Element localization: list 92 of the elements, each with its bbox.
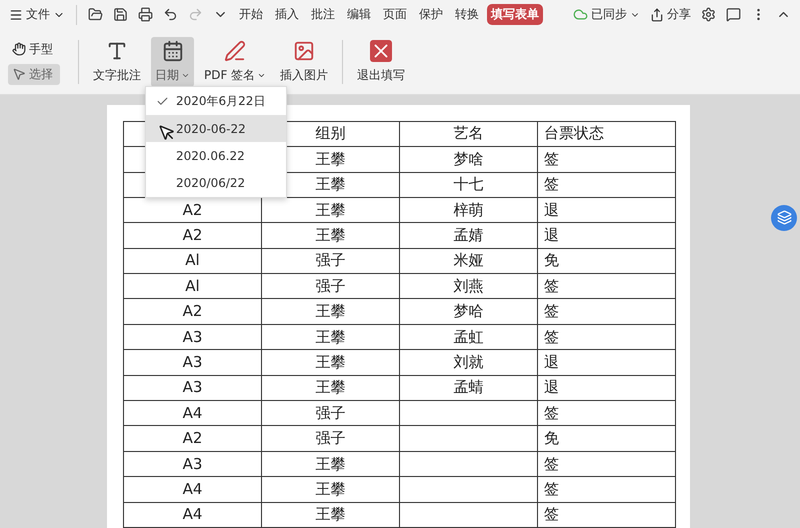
table-cell: A2 — [124, 298, 262, 324]
table-cell: 王攀 — [262, 375, 400, 401]
menu-tab[interactable]: 转换 — [451, 4, 483, 26]
layers-icon — [776, 210, 792, 226]
menu-item[interactable]: 2020年6月22日 — [146, 88, 286, 115]
table-cell: 签 — [538, 146, 676, 172]
select-tool-button[interactable]: 选择 — [8, 64, 60, 85]
table-cell: 王攀 — [262, 350, 400, 376]
print-icon — [138, 7, 153, 22]
table-cell: 梦哈 — [400, 298, 538, 324]
table-cell: 孟虹 — [400, 324, 538, 350]
table-cell: 王攀 — [262, 476, 400, 502]
redo-icon — [188, 7, 203, 22]
share-icon — [650, 8, 664, 22]
image-icon — [293, 40, 316, 62]
table-cell: A4 — [124, 476, 262, 502]
ribbon-tool-button[interactable]: PDF 签名 — [200, 36, 270, 87]
table-cell: 米娅 — [400, 248, 538, 274]
table-cell: 签 — [538, 274, 676, 299]
menu-tab[interactable]: 填写表单 — [487, 4, 543, 26]
table-cell: 王攀 — [262, 451, 400, 477]
table-cell: 刘燕 — [400, 274, 538, 299]
calendar-icon — [162, 40, 184, 62]
comment-icon — [726, 7, 741, 22]
layers-button[interactable] — [771, 204, 797, 231]
sync-button[interactable]: 已同步 — [570, 4, 643, 26]
pointer-icon — [12, 67, 26, 82]
table-cell: 免 — [538, 248, 676, 274]
menu-tab[interactable]: 编辑 — [343, 4, 375, 26]
table-cell: A3 — [124, 451, 262, 477]
table-cell: A4 — [124, 502, 262, 528]
table-cell: 退 — [538, 375, 676, 401]
menu-tab[interactable]: 开始 — [235, 4, 267, 26]
hand-tool-button[interactable]: 手型 — [8, 38, 60, 60]
table-cell: A3 — [124, 324, 262, 350]
table-cell: 免 — [538, 426, 676, 452]
table-cell: Al — [124, 274, 262, 299]
menu-icon — [9, 8, 23, 22]
hand-icon — [12, 42, 26, 56]
file-menu[interactable]: 文件 — [6, 4, 68, 26]
table-cell: 签 — [538, 502, 676, 528]
table-cell: 签 — [538, 451, 676, 477]
table-cell: 十七 — [400, 172, 538, 198]
share-button[interactable]: 分享 — [647, 4, 694, 26]
table-cell: 签 — [538, 324, 676, 350]
table-cell: A3 — [124, 375, 262, 401]
table-cell: 退 — [538, 197, 676, 223]
table-cell: 强子 — [262, 274, 400, 299]
table-cell: A3 — [124, 350, 262, 376]
menu-tab[interactable]: 保护 — [415, 4, 447, 26]
table-cell: A4 — [124, 400, 262, 426]
table-cell: 梓萌 — [400, 197, 538, 223]
menu-item[interactable]: 2020.06.22 — [146, 142, 286, 169]
cursor-icon — [158, 124, 176, 142]
ribbon-tool-button[interactable]: 插入图片 — [276, 36, 332, 87]
table-cell: 签 — [538, 400, 676, 426]
table-cell: 王攀 — [262, 222, 400, 248]
table-cell: 孟婧 — [400, 222, 538, 248]
table-cell: 签 — [538, 172, 676, 198]
table-cell: 退 — [538, 222, 676, 248]
column-header: 艺名 — [400, 121, 538, 147]
table-cell: 王攀 — [262, 298, 400, 324]
table-cell: A2 — [124, 426, 262, 452]
table-cell: 王攀 — [262, 502, 400, 528]
table-cell: 刘就 — [400, 350, 538, 376]
table-cell: 强子 — [262, 400, 400, 426]
table-cell: Al — [124, 248, 262, 274]
save-icon — [113, 7, 128, 22]
menu-item[interactable]: 2020/06/22 — [146, 169, 286, 196]
menu-tab[interactable]: 插入 — [271, 4, 303, 26]
ribbon-tool-button[interactable]: 日期 — [151, 36, 194, 87]
cloud-icon — [573, 7, 588, 22]
pen-icon — [224, 40, 246, 62]
close-icon — [370, 40, 392, 62]
ribbon-tool-button[interactable]: 退出填写 — [353, 36, 410, 87]
table-cell: 签 — [538, 298, 676, 324]
table-cell: 梦啥 — [400, 146, 538, 172]
table-cell: 王攀 — [262, 324, 400, 350]
table-cell: 强子 — [262, 426, 400, 452]
table-cell: 退 — [538, 350, 676, 376]
table-cell: 孟蜻 — [400, 375, 538, 401]
menu-tab[interactable]: 页面 — [379, 4, 411, 26]
undo-icon — [163, 7, 178, 22]
table-cell: A2 — [124, 222, 262, 248]
folder-icon — [88, 7, 103, 22]
column-header: 台票状态 — [538, 121, 676, 147]
table-cell: 签 — [538, 476, 676, 502]
menu-tab[interactable]: 批注 — [307, 4, 339, 26]
table-cell: 强子 — [262, 248, 400, 274]
ribbon-tool-button[interactable]: 文字批注 — [89, 36, 145, 87]
menu-item[interactable]: 2020-06-22 — [146, 115, 286, 142]
settings-icon — [701, 7, 716, 22]
